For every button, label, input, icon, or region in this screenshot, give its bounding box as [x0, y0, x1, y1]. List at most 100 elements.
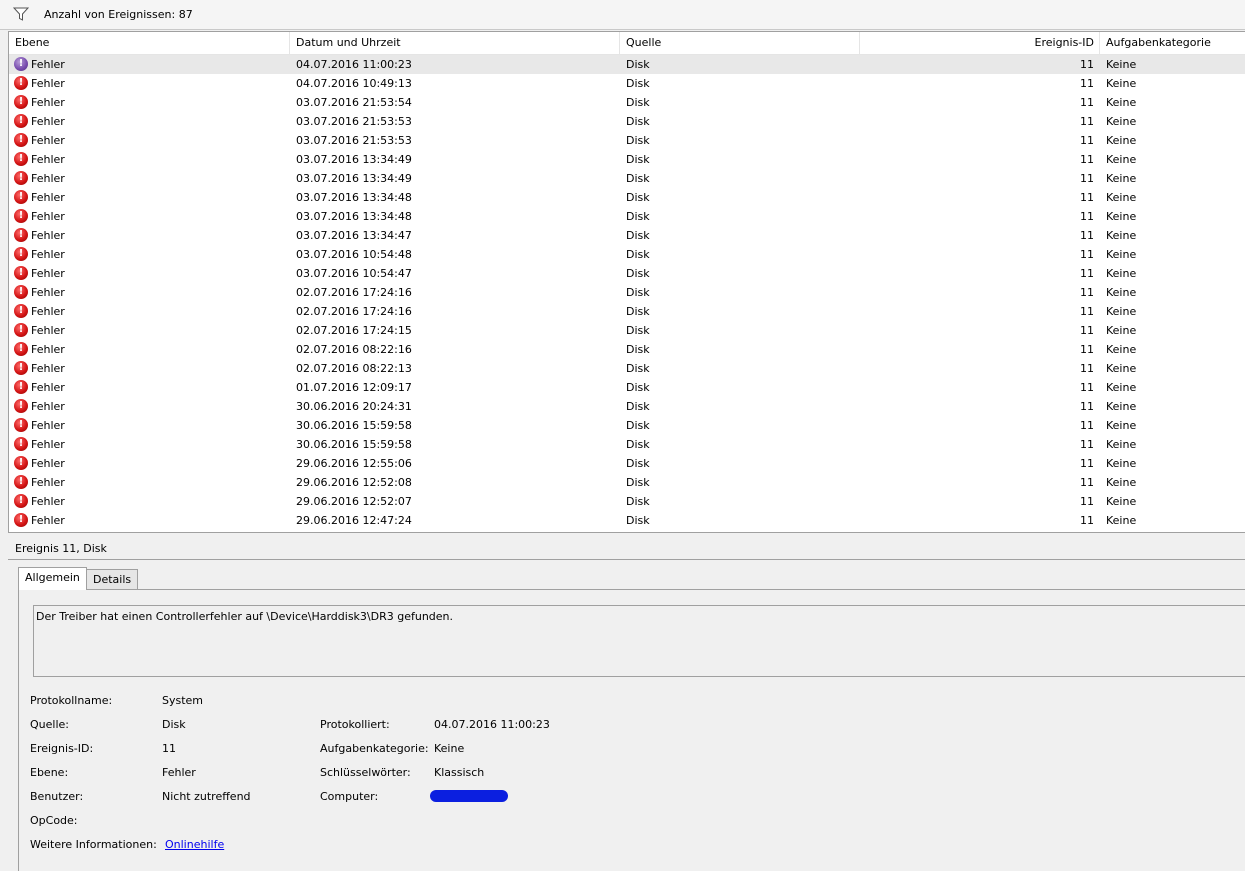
event-message[interactable]: Der Treiber hat einen Controllerfehler a…	[33, 605, 1245, 677]
error-icon: !	[14, 513, 28, 527]
event-row[interactable]: ! Fehler 29.06.2016 12:47:24 Disk 11 Keine	[9, 511, 1245, 530]
level-cell: ! Fehler	[14, 169, 65, 188]
event-id-cell: 11	[1080, 343, 1094, 356]
level-text: Fehler	[31, 210, 65, 223]
task-category-cell: Keine	[1106, 153, 1137, 166]
level-text: Fehler	[31, 172, 65, 185]
error-icon: !	[14, 190, 28, 204]
level-cell: ! Fehler	[14, 283, 65, 302]
datetime-cell: 03.07.2016 13:34:47	[296, 229, 412, 242]
task-category-cell: Keine	[1106, 77, 1137, 90]
event-row[interactable]: ! Fehler 03.07.2016 13:34:49 Disk 11 Keine	[9, 150, 1245, 169]
event-id-cell: 11	[1080, 305, 1094, 318]
datetime-cell: 03.07.2016 21:53:53	[296, 115, 412, 128]
keywords-value: Klassisch	[434, 766, 485, 779]
event-row[interactable]: ! Fehler 30.06.2016 20:24:31 Disk 11 Keine	[9, 397, 1245, 416]
error-icon: !	[14, 152, 28, 166]
level-cell: ! Fehler	[14, 397, 65, 416]
level-cell: ! Fehler	[14, 340, 65, 359]
source-cell: Disk	[626, 96, 650, 109]
event-row[interactable]: ! Fehler 03.07.2016 21:53:53 Disk 11 Keine	[9, 112, 1245, 131]
datetime-cell: 03.07.2016 21:53:54	[296, 96, 412, 109]
event-row[interactable]: ! Fehler 29.06.2016 12:52:07 Disk 11 Keine	[9, 492, 1245, 511]
event-row[interactable]: ! Fehler 30.06.2016 15:59:58 Disk 11 Keine	[9, 435, 1245, 454]
event-id-cell: 11	[1080, 77, 1094, 90]
column-header-task-category[interactable]: Aufgabenkategorie	[1100, 32, 1245, 54]
event-row[interactable]: ! Fehler 03.07.2016 21:53:53 Disk 11 Keine	[9, 131, 1245, 150]
event-row[interactable]: ! Fehler 02.07.2016 17:24:16 Disk 11 Keine	[9, 283, 1245, 302]
level-cell: ! Fehler	[14, 188, 65, 207]
event-row[interactable]: ! Fehler 30.06.2016 15:59:58 Disk 11 Keine	[9, 416, 1245, 435]
event-row[interactable]: ! Fehler 04.07.2016 11:00:23 Disk 11 Keine	[9, 55, 1245, 74]
column-header-event-id[interactable]: Ereignis-ID	[860, 32, 1100, 54]
event-row[interactable]: ! Fehler 03.07.2016 13:34:48 Disk 11 Keine	[9, 207, 1245, 226]
task-category-cell: Keine	[1106, 419, 1137, 432]
error-icon: !	[14, 304, 28, 318]
task-category-cell: Keine	[1106, 191, 1137, 204]
level-text: Fehler	[31, 400, 65, 413]
datetime-cell: 02.07.2016 08:22:16	[296, 343, 412, 356]
task-category-cell: Keine	[1106, 514, 1137, 527]
event-detail-header: Ereignis 11, Disk	[8, 538, 1245, 560]
column-header-source[interactable]: Quelle	[620, 32, 860, 54]
datetime-cell: 04.07.2016 11:00:23	[296, 58, 412, 71]
event-row[interactable]: ! Fehler 02.07.2016 17:24:16 Disk 11 Keine	[9, 302, 1245, 321]
tab-allgemein[interactable]: Allgemein	[18, 567, 87, 590]
source-cell: Disk	[626, 248, 650, 261]
user-value: Nicht zutreffend	[162, 790, 251, 803]
event-row[interactable]: ! Fehler 02.07.2016 08:22:16 Disk 11 Keine	[9, 340, 1245, 359]
event-row[interactable]: ! Fehler 03.07.2016 10:54:48 Disk 11 Keine	[9, 245, 1245, 264]
task-category-cell: Keine	[1106, 267, 1137, 280]
error-icon: !	[14, 133, 28, 147]
column-header-datetime[interactable]: Datum und Uhrzeit	[290, 32, 620, 54]
event-row[interactable]: ! Fehler 02.07.2016 17:24:15 Disk 11 Keine	[9, 321, 1245, 340]
task-category-cell: Keine	[1106, 172, 1137, 185]
log-name-label: Protokollname:	[30, 694, 113, 707]
level-text: Fehler	[31, 457, 65, 470]
task-category-cell: Keine	[1106, 438, 1137, 451]
level-text: Fehler	[31, 305, 65, 318]
task-category-cell: Keine	[1106, 476, 1137, 489]
level-text: Fehler	[31, 96, 65, 109]
tab-details[interactable]: Details	[86, 569, 139, 590]
error-icon: !	[14, 456, 28, 470]
level-cell: ! Fehler	[14, 245, 65, 264]
error-icon: !	[14, 228, 28, 242]
source-cell: Disk	[626, 381, 650, 394]
event-row[interactable]: ! Fehler 03.07.2016 13:34:47 Disk 11 Keine	[9, 226, 1245, 245]
task-category-cell: Keine	[1106, 210, 1137, 223]
event-row[interactable]: ! Fehler 03.07.2016 13:34:48 Disk 11 Keine	[9, 188, 1245, 207]
source-cell: Disk	[626, 210, 650, 223]
event-row[interactable]: ! Fehler 29.06.2016 12:52:08 Disk 11 Keine	[9, 473, 1245, 492]
error-icon: !	[14, 437, 28, 451]
error-icon: !	[14, 494, 28, 508]
event-row[interactable]: ! Fehler 02.07.2016 08:22:13 Disk 11 Keine	[9, 359, 1245, 378]
event-row[interactable]: ! Fehler 01.07.2016 12:09:17 Disk 11 Keine	[9, 378, 1245, 397]
event-row[interactable]: ! Fehler 29.06.2016 12:55:06 Disk 11 Keine	[9, 454, 1245, 473]
task-category-cell: Keine	[1106, 134, 1137, 147]
event-row[interactable]: ! Fehler 04.07.2016 10:49:13 Disk 11 Keine	[9, 74, 1245, 93]
level-text: Fehler	[31, 343, 65, 356]
level-text: Fehler	[31, 115, 65, 128]
event-id-cell: 11	[1080, 476, 1094, 489]
datetime-cell: 29.06.2016 12:55:06	[296, 457, 412, 470]
online-help-link[interactable]: Onlinehilfe	[165, 838, 224, 851]
level-text: Fehler	[31, 229, 65, 242]
event-list: Ebene Datum und Uhrzeit Quelle Ereignis-…	[8, 31, 1245, 533]
datetime-cell: 03.07.2016 13:34:49	[296, 153, 412, 166]
level-text: Fehler	[31, 248, 65, 261]
event-row[interactable]: ! Fehler 03.07.2016 13:34:49 Disk 11 Keine	[9, 169, 1245, 188]
funnel-icon[interactable]	[13, 7, 29, 21]
event-count-label: Anzahl von Ereignissen: 87	[44, 8, 193, 21]
source-cell: Disk	[626, 495, 650, 508]
datetime-cell: 30.06.2016 20:24:31	[296, 400, 412, 413]
source-value: Disk	[162, 718, 186, 731]
event-row[interactable]: ! Fehler 03.07.2016 21:53:54 Disk 11 Keine	[9, 93, 1245, 112]
error-icon: !	[14, 342, 28, 356]
error-icon: !	[14, 76, 28, 90]
source-cell: Disk	[626, 305, 650, 318]
event-row[interactable]: ! Fehler 03.07.2016 10:54:47 Disk 11 Keine	[9, 264, 1245, 283]
column-header-level[interactable]: Ebene	[9, 32, 290, 54]
level-cell: ! Fehler	[14, 131, 65, 150]
level-cell: ! Fehler	[14, 511, 65, 530]
